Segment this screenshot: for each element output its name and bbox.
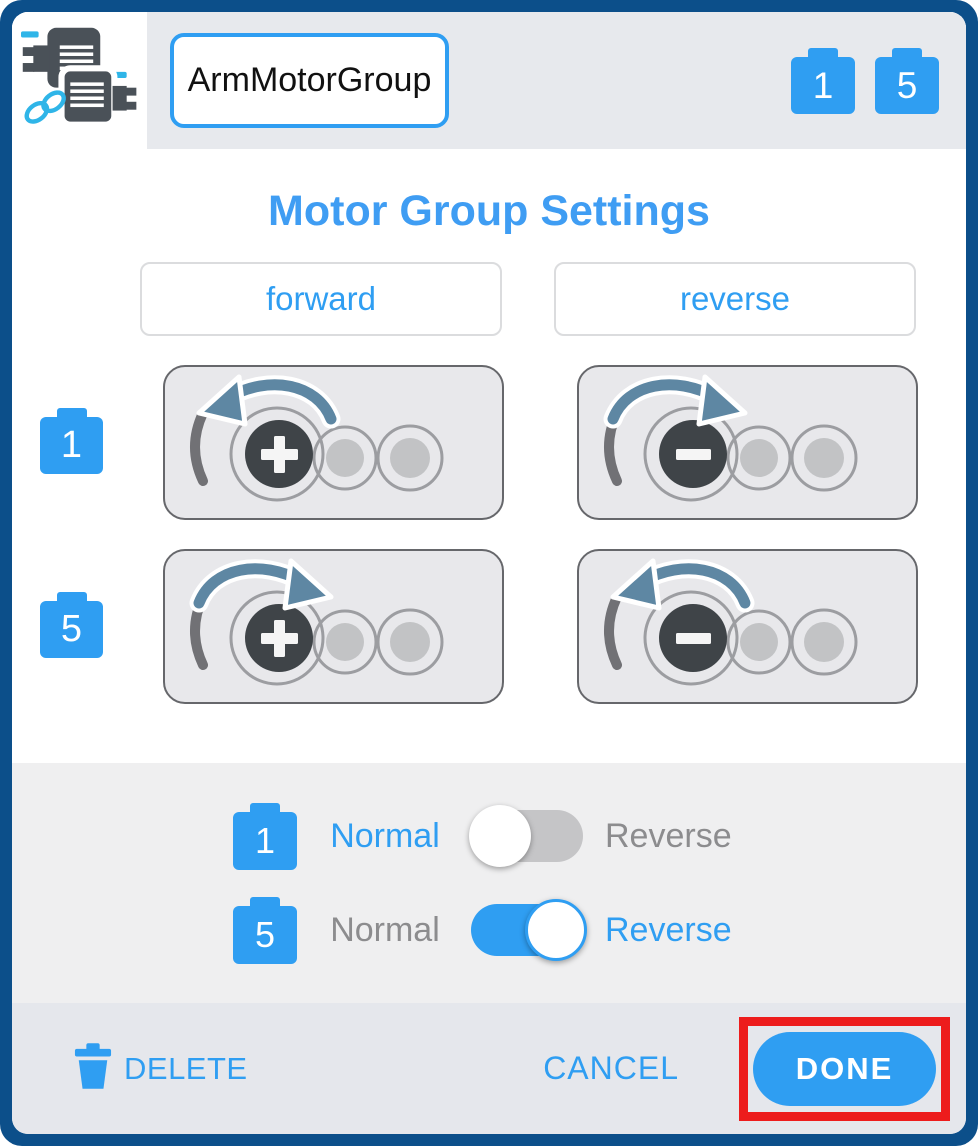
polarity-row-port1: 1 Normal Reverse xyxy=(233,791,745,881)
polarity-port-badge-5: 5 xyxy=(233,906,297,964)
polarity-section: 1 Normal Reverse 5 Normal Reverse xyxy=(12,763,966,1003)
header-strip: 1 5 xyxy=(147,12,966,149)
motor-group-settings-dialog: 1 5 Motor Group Settings forward reverse… xyxy=(0,0,978,1146)
dialog-header: 1 5 xyxy=(12,12,966,149)
clockwise-arrow-icon xyxy=(613,377,745,424)
motor-group-tab xyxy=(12,12,147,149)
settings-main: Motor Group Settings forward reverse 1 xyxy=(12,149,966,763)
cancel-button[interactable]: CANCEL xyxy=(543,1050,679,1087)
forward-column-header: forward xyxy=(140,262,502,336)
motor-group-link-icon xyxy=(21,18,139,143)
normal-label: Normal xyxy=(319,817,451,856)
row-port-badge-cell: 1 xyxy=(12,365,163,520)
motor-direction-card-port5-forward xyxy=(163,549,504,704)
motor-direction-card-port5-reverse xyxy=(577,549,918,704)
dialog-body: 1 5 Motor Group Settings forward reverse… xyxy=(12,12,966,1134)
done-button[interactable]: DONE xyxy=(753,1032,936,1106)
reverse-toggle-port1[interactable] xyxy=(471,810,583,862)
motor-direction-card-port1-reverse xyxy=(577,365,918,520)
motor-group-name-input[interactable] xyxy=(170,33,449,128)
header-port-badges: 1 5 xyxy=(791,47,939,114)
minus-sign-icon xyxy=(676,449,711,460)
reverse-label: Reverse xyxy=(605,911,745,950)
toggle-knob[interactable] xyxy=(525,899,587,961)
header-port-badge-1: 1 xyxy=(791,57,855,114)
motor-direction-grid: forward reverse 1 xyxy=(12,262,966,704)
reverse-toggle-port5[interactable] xyxy=(471,904,583,956)
minus-sign-icon xyxy=(676,633,711,644)
dialog-footer: DELETE CANCEL DONE xyxy=(12,1003,966,1134)
normal-label: Normal xyxy=(319,911,451,950)
toggle-knob[interactable] xyxy=(469,805,531,867)
counterclockwise-arrow-icon xyxy=(613,561,745,608)
reverse-label: Reverse xyxy=(605,817,745,856)
polarity-row-port5: 5 Normal Reverse xyxy=(233,885,745,975)
motor-direction-card-port1-forward xyxy=(163,365,504,520)
reverse-column-header: reverse xyxy=(554,262,916,336)
clockwise-arrow-icon xyxy=(199,561,331,608)
row-port-badge-5: 5 xyxy=(40,601,103,658)
delete-button-label: DELETE xyxy=(124,1051,248,1087)
row-port-badge-1: 1 xyxy=(40,417,103,474)
polarity-port-badge-1: 1 xyxy=(233,812,297,870)
row-port-badge-cell: 5 xyxy=(12,549,163,704)
done-highlight-annotation: DONE xyxy=(739,1017,950,1121)
delete-button[interactable]: DELETE xyxy=(74,1043,248,1094)
trash-icon xyxy=(74,1043,112,1094)
header-port-badge-5: 5 xyxy=(875,57,939,114)
counterclockwise-arrow-icon xyxy=(199,377,331,424)
page-title: Motor Group Settings xyxy=(12,187,966,236)
